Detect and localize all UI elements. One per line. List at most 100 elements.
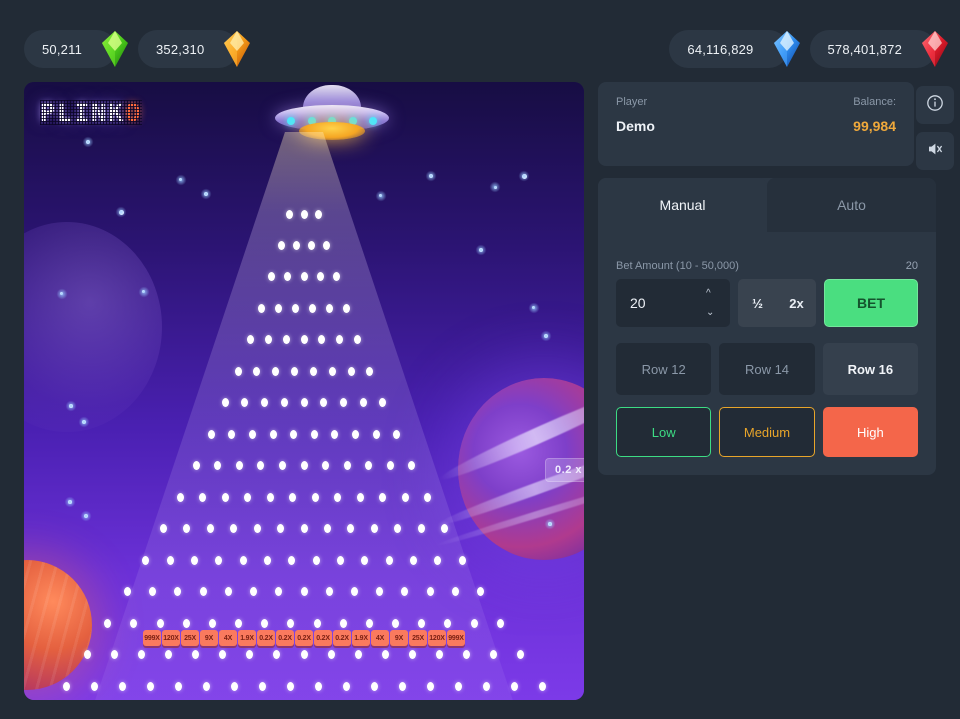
row-button-16[interactable]: Row 16	[822, 343, 918, 395]
bet-amount-input[interactable]: 20 ^ ⌄	[616, 279, 730, 327]
bet-amount-label-row: Bet Amount (10 - 50,000) 20	[598, 232, 936, 279]
stepper-up-icon[interactable]: ^	[706, 288, 720, 299]
pin	[244, 492, 252, 502]
currency-value-green: 50,211	[42, 41, 82, 57]
pin	[320, 398, 328, 408]
stepper-down-icon[interactable]: ⌄	[706, 307, 720, 318]
pin	[394, 524, 402, 534]
pin	[372, 429, 380, 439]
pin	[202, 681, 210, 691]
bet-panel: Manual Auto Bet Amount (10 - 50,000) 20 …	[598, 178, 936, 475]
pin	[342, 681, 350, 691]
multiplier-bucket[interactable]: 1.9X	[238, 630, 256, 646]
multiplier-bucket[interactable]: 9X	[200, 630, 218, 646]
currency-chip-blue[interactable]: 64,116,829	[669, 30, 800, 68]
pin	[248, 429, 256, 439]
balance-value: 99,984	[853, 118, 896, 134]
pin	[292, 303, 299, 313]
multiplier-bucket[interactable]: 0.2X	[276, 630, 294, 646]
pin	[300, 461, 308, 471]
plinko-board[interactable]: PLINKO 999X 120X 25X 9X 4X 1.9X 0.2X 0.2X 0.2X 0.…	[24, 82, 584, 700]
multiplier-bucket[interactable]: 1.9X	[352, 630, 370, 646]
pin	[221, 492, 229, 502]
risk-button-low[interactable]: Low	[616, 407, 712, 457]
tab-auto[interactable]: Auto	[767, 178, 936, 232]
pin	[258, 303, 266, 313]
multiplier-bucket[interactable]: 4X	[219, 630, 237, 646]
pin	[253, 524, 261, 534]
pin	[312, 555, 320, 565]
risk-button-medium[interactable]: Medium	[719, 407, 815, 457]
top-currency-bar: 50,211 352,310 64,116,829 578,401,872	[0, 0, 960, 80]
pin	[323, 524, 331, 534]
pin	[356, 492, 364, 502]
pin	[347, 366, 355, 376]
pin	[277, 240, 285, 250]
pin	[234, 366, 242, 376]
pin	[235, 461, 243, 471]
pin	[288, 555, 296, 565]
pin	[454, 681, 462, 691]
bet-half-button[interactable]: ½	[738, 296, 777, 311]
pin	[160, 524, 168, 534]
pin	[90, 681, 98, 691]
row-button-14[interactable]: Row 14	[719, 343, 815, 395]
pin	[221, 398, 229, 408]
multiplier-bucket[interactable]: 0.2X	[333, 630, 351, 646]
multiplier-bucket[interactable]: 0.2X	[295, 630, 313, 646]
pin	[277, 524, 285, 534]
multiplier-bucket[interactable]: 120X	[162, 630, 180, 646]
pin	[361, 555, 369, 565]
multiplier-bucket[interactable]: 25X	[409, 630, 427, 646]
row-button-12[interactable]: Row 12	[616, 343, 712, 395]
bet-button[interactable]: BET	[824, 279, 918, 327]
pin	[199, 587, 207, 597]
currency-chip-green[interactable]: 50,211	[24, 30, 128, 68]
multiplier-buckets[interactable]: 999X 120X 25X 9X 4X 1.9X 0.2X 0.2X 0.2X 0.2X 0.2X 1…	[24, 630, 584, 646]
pin	[228, 429, 236, 439]
multiplier-bucket[interactable]: 25X	[181, 630, 199, 646]
pin	[370, 681, 378, 691]
pin	[250, 587, 257, 597]
pin	[309, 366, 317, 376]
currency-chip-orange[interactable]: 352,310	[138, 30, 251, 68]
pin	[386, 461, 394, 471]
risk-button-high[interactable]: High	[822, 407, 918, 457]
pin	[300, 524, 308, 534]
pin	[165, 650, 173, 660]
pin	[496, 618, 504, 628]
risk-level-group: Low Medium High	[598, 395, 936, 457]
pin	[316, 272, 324, 282]
pin	[118, 681, 126, 691]
bet-double-button[interactable]: 2x	[777, 296, 816, 311]
multiplier-bucket[interactable]: 120X	[428, 630, 446, 646]
bet-stepper[interactable]: ^ ⌄	[706, 279, 720, 327]
player-label: Player	[616, 96, 648, 108]
multiplier-bucket[interactable]: 9X	[390, 630, 408, 646]
multiplier-bucket[interactable]: 0.2X	[257, 630, 275, 646]
pin	[191, 555, 198, 565]
bet-controls-row: 20 ^ ⌄ ½ 2x BET	[598, 279, 936, 327]
bet-amount-readout: 20	[905, 260, 918, 272]
currency-group-left: 50,211 352,310	[24, 30, 251, 68]
pin	[214, 461, 222, 471]
info-button[interactable]	[916, 86, 954, 124]
pin	[325, 587, 333, 597]
sound-toggle-button[interactable]	[916, 132, 954, 170]
pin	[334, 492, 342, 502]
pin	[398, 681, 406, 691]
info-icon	[926, 94, 944, 117]
pin	[156, 618, 164, 628]
pin	[264, 555, 271, 565]
multiplier-bucket[interactable]: 0.2X	[314, 630, 332, 646]
multiplier-bucket[interactable]: 4X	[371, 630, 389, 646]
pin	[176, 492, 184, 502]
multiplier-bucket[interactable]: 999X	[143, 630, 161, 646]
currency-chip-red[interactable]: 578,401,872	[809, 30, 948, 68]
tab-manual[interactable]: Manual	[598, 178, 767, 232]
pin	[482, 681, 490, 691]
pin	[366, 366, 374, 376]
pin	[174, 587, 182, 597]
multiplier-bucket[interactable]: 999X	[447, 630, 465, 646]
pin	[253, 366, 261, 376]
